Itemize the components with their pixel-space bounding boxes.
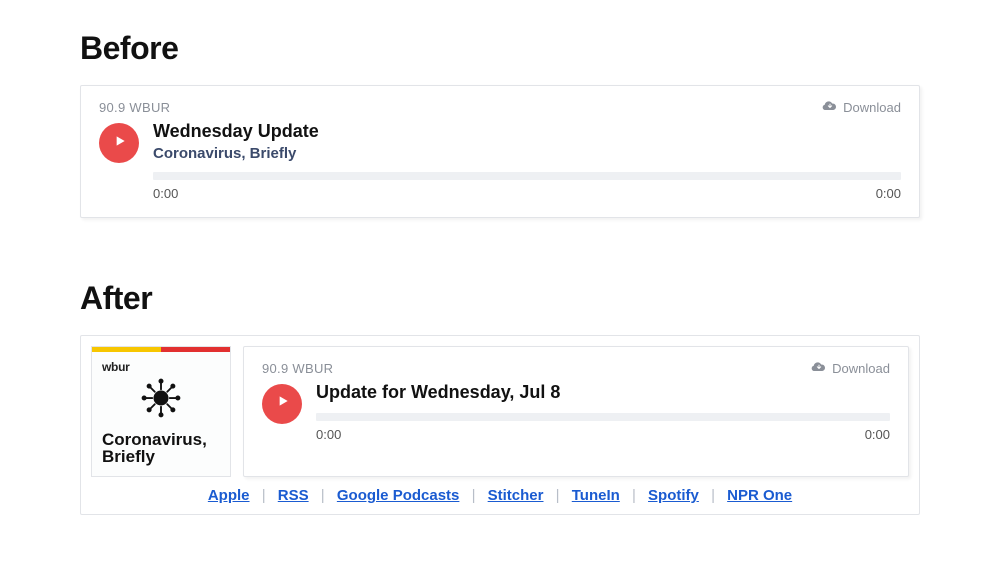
subscribe-link-google-podcasts[interactable]: Google Podcasts [337,487,460,504]
station-label: 90.9 WBUR [262,361,333,376]
separator: | [703,487,723,504]
play-icon [110,133,128,154]
subscribe-link-stitcher[interactable]: Stitcher [488,487,544,504]
virus-icon [141,378,181,423]
section-heading-after: After [80,280,920,317]
artwork-brand: wbur [102,360,220,374]
time-elapsed: 0:00 [316,427,341,442]
download-label: Download [843,100,901,115]
download-button[interactable]: Download [811,359,890,378]
podcast-artwork[interactable]: wbur [91,346,231,478]
separator: | [464,487,484,504]
episode-subtitle[interactable]: Coronavirus, Briefly [153,145,901,162]
station-label: 90.9 WBUR [99,100,170,115]
time-total: 0:00 [865,427,890,442]
separator: | [313,487,333,504]
play-button[interactable] [99,123,139,163]
progress-bar[interactable] [153,172,901,180]
subscribe-link-npr-one[interactable]: NPR One [727,487,792,504]
subscribe-link-rss[interactable]: RSS [278,487,309,504]
separator: | [624,487,644,504]
after-container: wbur [80,335,920,516]
download-icon [822,98,838,117]
download-icon [811,359,827,378]
play-button[interactable] [262,384,302,424]
time-elapsed: 0:00 [153,186,178,201]
episode-title: Wednesday Update [153,121,901,143]
episode-title: Update for Wednesday, Jul 8 [316,382,890,404]
download-label: Download [832,361,890,376]
player-card-after: 90.9 WBUR Download [243,346,909,478]
play-icon [273,393,291,414]
download-button[interactable]: Download [822,98,901,117]
section-heading-before: Before [80,30,920,67]
player-card-before: 90.9 WBUR Download Wednesday Update Coro… [80,85,920,218]
time-total: 0:00 [876,186,901,201]
separator: | [548,487,568,504]
progress-bar[interactable] [316,413,890,421]
artwork-title: Coronavirus, Briefly [102,431,220,467]
subscribe-link-tunein[interactable]: TuneIn [572,487,620,504]
subscribe-link-apple[interactable]: Apple [208,487,250,504]
separator: | [254,487,274,504]
subscribe-link-spotify[interactable]: Spotify [648,487,699,504]
subscribe-links: Apple | RSS | Google Podcasts | Stitcher… [91,487,909,504]
